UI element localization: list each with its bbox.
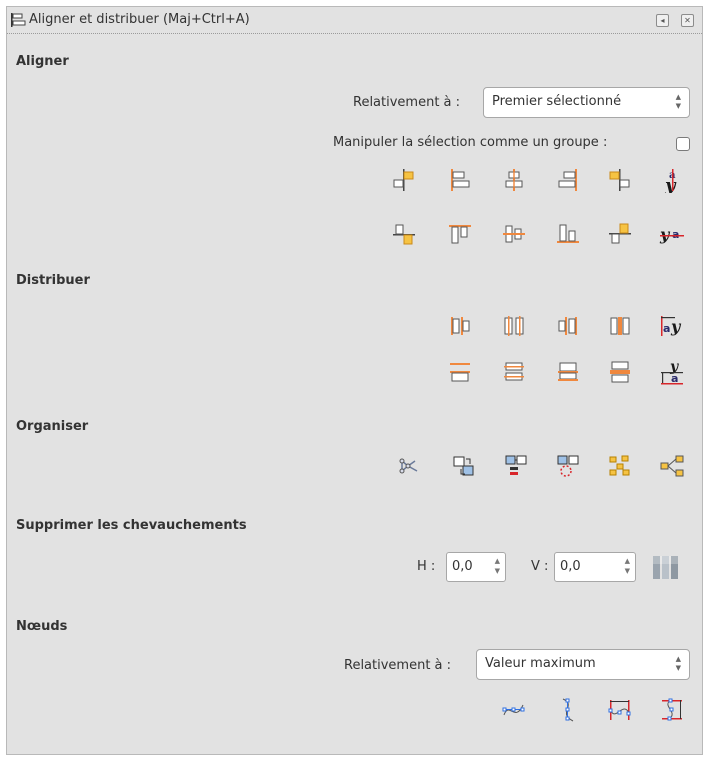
svg-text:a: a bbox=[672, 228, 679, 241]
align-baseline-text-vertical-icon[interactable]: ya bbox=[659, 221, 685, 247]
svg-text:y: y bbox=[664, 175, 677, 193]
center-on-vertical-axis-icon[interactable] bbox=[501, 167, 527, 193]
remove-overlaps-icon[interactable] bbox=[651, 553, 681, 581]
distribute-gaps-vertical-icon[interactable] bbox=[607, 359, 633, 385]
section-distribute-heading: Distribuer bbox=[16, 273, 90, 288]
align-relative-value: Premier sélectionné bbox=[492, 94, 622, 109]
overlap-v-value: 0,0 bbox=[560, 559, 581, 574]
exchange-positions-clockwise-icon[interactable] bbox=[555, 453, 581, 479]
overlap-h-value: 0,0 bbox=[452, 559, 473, 574]
distribute-top-edges-icon[interactable] bbox=[447, 359, 473, 385]
overlap-h-label: H : bbox=[417, 559, 436, 574]
align-nodes-vertical-icon[interactable] bbox=[555, 697, 581, 723]
nodes-relative-select[interactable]: Valeur maximum ▲ ▼ bbox=[476, 649, 690, 680]
svg-text:y: y bbox=[659, 225, 671, 244]
align-distribute-dialog: Aligner et distribuer (Maj+Ctrl+A) ◂ ✕ A… bbox=[6, 6, 703, 755]
dialog-titlebar: Aligner et distribuer (Maj+Ctrl+A) ◂ ✕ bbox=[7, 7, 702, 34]
distribute-baseline-horizontal-icon[interactable]: ay bbox=[659, 313, 685, 339]
align-right-to-left-edge-icon[interactable] bbox=[391, 167, 417, 193]
spin-arrows-icon: ▲ ▼ bbox=[494, 557, 500, 575]
align-nodes-horizontal-icon[interactable] bbox=[501, 697, 527, 723]
group-selection-checkbox[interactable] bbox=[676, 137, 690, 151]
distribute-baseline-vertical-icon[interactable]: ya bbox=[659, 359, 685, 385]
distribute-left-edges-icon[interactable] bbox=[447, 313, 473, 339]
distribute-centers-vertical-icon[interactable] bbox=[501, 359, 527, 385]
overlap-v-spinbox[interactable]: 0,0 ▲ ▼ bbox=[554, 552, 636, 582]
svg-text:y: y bbox=[670, 317, 682, 336]
align-top-to-bottom-edge-icon[interactable] bbox=[607, 221, 633, 247]
align-relative-select[interactable]: Premier sélectionné ▲ ▼ bbox=[483, 87, 690, 118]
overlap-h-spinbox[interactable]: 0,0 ▲ ▼ bbox=[446, 552, 506, 582]
section-arrange-heading: Organiser bbox=[16, 419, 89, 434]
align-bottom-to-top-edge-icon[interactable] bbox=[391, 221, 417, 247]
select-arrows-icon: ▲ ▼ bbox=[675, 93, 681, 110]
exchange-positions-stacking-order-icon[interactable] bbox=[503, 453, 529, 479]
distribute-centers-horizontal-icon[interactable] bbox=[501, 313, 527, 339]
align-right-edges-icon[interactable] bbox=[555, 167, 581, 193]
section-nodes-heading: Nœuds bbox=[16, 619, 68, 634]
nodes-relative-value: Valeur maximum bbox=[485, 656, 596, 671]
align-top-edges-icon[interactable] bbox=[447, 221, 473, 247]
align-relative-label: Relativement à : bbox=[353, 95, 461, 110]
arrange-connectors-icon[interactable] bbox=[659, 453, 685, 479]
section-remove-overlaps-heading: Supprimer les chevauchements bbox=[16, 518, 247, 533]
select-arrows-icon: ▲ ▼ bbox=[675, 655, 681, 672]
graph-layout-icon[interactable] bbox=[397, 453, 423, 479]
close-button[interactable]: ✕ bbox=[681, 14, 694, 27]
group-selection-label: Manipuler la sélection comme un groupe : bbox=[333, 135, 608, 150]
distribute-bottom-edges-icon[interactable] bbox=[555, 359, 581, 385]
align-distribute-icon bbox=[10, 12, 26, 32]
section-align-heading: Aligner bbox=[16, 54, 69, 69]
distribute-gaps-horizontal-icon[interactable] bbox=[607, 313, 633, 339]
align-left-to-right-edge-icon[interactable] bbox=[607, 167, 633, 193]
overlap-v-label: V : bbox=[531, 559, 549, 574]
spin-arrows-icon: ▲ ▼ bbox=[624, 557, 630, 575]
collapse-button[interactable]: ◂ bbox=[656, 14, 669, 27]
distribute-nodes-vertical-icon[interactable] bbox=[659, 697, 685, 723]
align-bottom-edges-icon[interactable] bbox=[555, 221, 581, 247]
dialog-title: Aligner et distribuer (Maj+Ctrl+A) bbox=[29, 12, 250, 27]
align-baseline-text-horizontal-icon[interactable]: ay bbox=[659, 167, 685, 193]
distribute-nodes-horizontal-icon[interactable] bbox=[607, 697, 633, 723]
unclump-icon[interactable] bbox=[607, 453, 633, 479]
exchange-positions-selection-order-icon[interactable] bbox=[451, 453, 477, 479]
svg-text:a: a bbox=[663, 322, 670, 335]
center-on-horizontal-axis-icon[interactable] bbox=[501, 221, 527, 247]
nodes-relative-label: Relativement à : bbox=[344, 658, 452, 673]
distribute-right-edges-icon[interactable] bbox=[555, 313, 581, 339]
align-left-edges-icon[interactable] bbox=[447, 167, 473, 193]
